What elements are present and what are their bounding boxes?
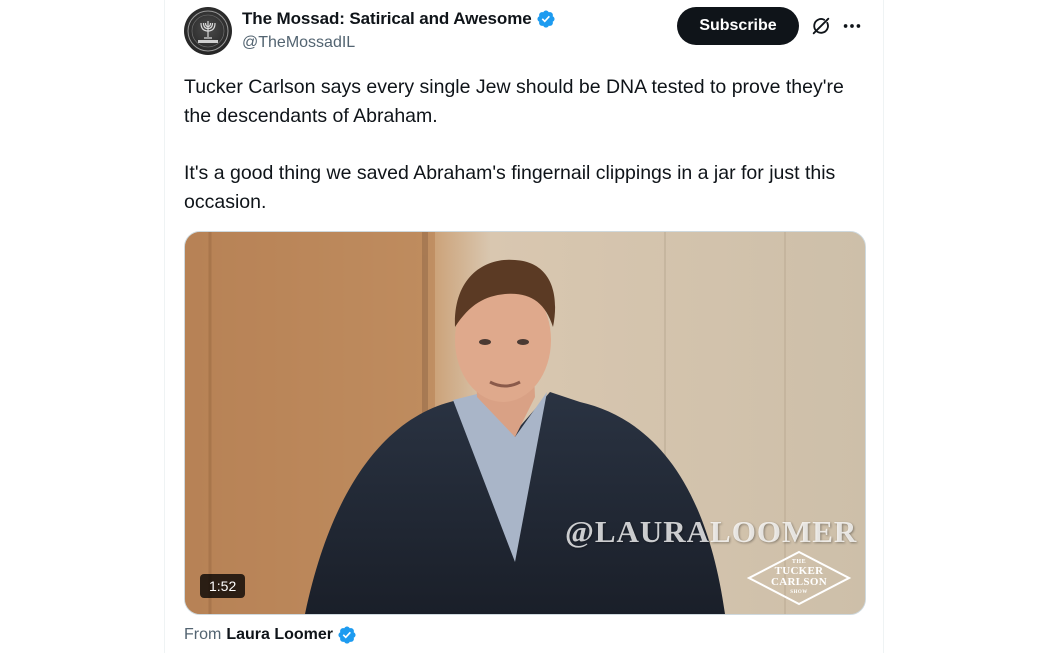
menorah-emblem-icon [187, 10, 229, 52]
attribution-source-name[interactable]: Laura Loomer [226, 626, 333, 644]
tweet-text: Tucker Carlson says every single Jew sho… [184, 73, 864, 216]
attribution-from-label: From [184, 626, 222, 643]
tweet-paragraph: It's a good thing we saved Abraham's fin… [184, 162, 836, 213]
video-player[interactable]: @LAURALOOMER THE TUCKER CARLSON SHOW 1:5… [184, 231, 866, 615]
verified-badge-icon[interactable] [536, 9, 556, 29]
avatar[interactable] [184, 7, 232, 55]
show-logo-title: TUCKER CARLSON [771, 565, 827, 588]
subscribe-button[interactable]: Subscribe [677, 7, 799, 45]
video-watermark: @LAURALOOMER [565, 514, 858, 549]
author-handle[interactable]: @TheMossadIL [242, 34, 355, 52]
more-options-icon[interactable] [841, 15, 863, 37]
tweet-paragraph: Tucker Carlson says every single Jew sho… [184, 76, 844, 127]
media-attribution[interactable]: From Laura Loomer [184, 625, 357, 645]
grok-icon[interactable] [810, 15, 832, 37]
author-name-row[interactable]: The Mossad: Satirical and Awesome [242, 9, 556, 29]
show-logo-show: SHOW [790, 590, 808, 595]
tweet[interactable]: The Mossad: Satirical and Awesome @TheMo… [165, 0, 883, 653]
verified-badge-icon[interactable] [337, 625, 357, 645]
show-logo: THE TUCKER CARLSON SHOW [747, 550, 851, 606]
timeline-border-right [883, 0, 884, 653]
video-duration-badge: 1:52 [200, 574, 246, 598]
author-display-name[interactable]: The Mossad: Satirical and Awesome [242, 9, 532, 29]
